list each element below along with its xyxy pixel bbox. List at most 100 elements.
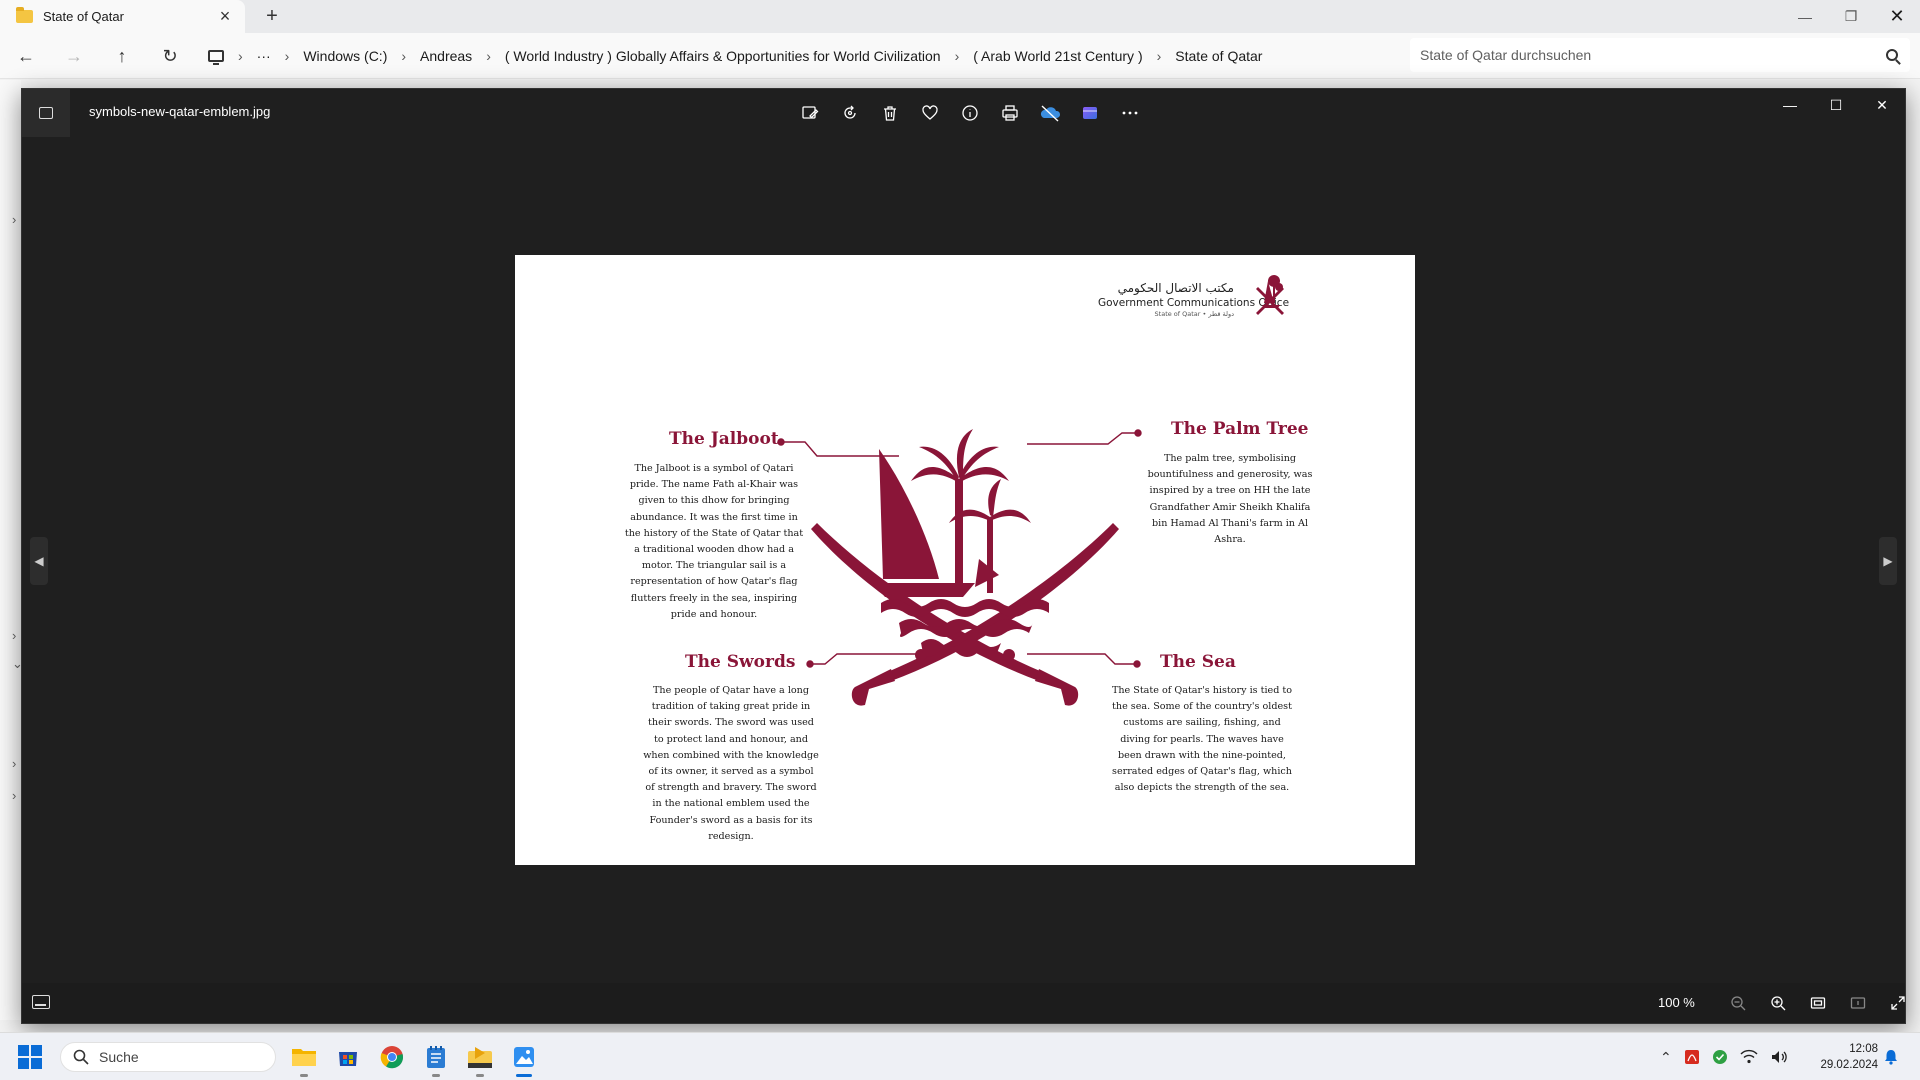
chevron-left-icon: ◀ <box>34 554 44 568</box>
breadcrumb-item[interactable]: ( Arab World 21st Century ) <box>973 48 1142 64</box>
info-icon[interactable] <box>954 97 986 129</box>
windows-start-icon[interactable] <box>18 1045 42 1069</box>
navigation-pane-edge: › › ⌄ › › <box>0 80 23 1020</box>
clock-date: 29.02.2024 <box>1820 1059 1878 1071</box>
tab-close-icon[interactable]: × <box>211 3 239 31</box>
explorer-tab[interactable]: State of Qatar × <box>0 0 245 33</box>
chevron-right-icon[interactable]: › <box>12 756 16 771</box>
chevron-right-icon: ▶ <box>1883 554 1893 568</box>
restore-icon[interactable]: ❐ <box>1828 0 1874 33</box>
minimize-icon[interactable]: — <box>1782 0 1828 33</box>
viewer-bottom-bar: 100 % <box>22 983 1905 1023</box>
address-bar: ← → ↑ ↻ › ··· › Windows (C:) › Andreas ›… <box>0 33 1920 79</box>
chevron-right-icon[interactable]: › <box>401 48 406 64</box>
sea-description: The State of Qatar's history is tied to … <box>1111 685 1293 794</box>
swords-heading: The Swords <box>685 652 796 672</box>
tab-title: State of Qatar <box>43 9 124 24</box>
close-window-icon[interactable]: ✕ <box>1874 0 1920 33</box>
viewer-maximize-icon[interactable]: ☐ <box>1813 89 1859 121</box>
chevron-right-icon[interactable]: › <box>486 48 491 64</box>
taskbar-search-label: Suche <box>99 1049 139 1065</box>
breadcrumb-item[interactable]: Windows (C:) <box>303 48 387 64</box>
photos-taskbar-icon[interactable] <box>506 1039 542 1077</box>
explorer-search[interactable] <box>1410 38 1910 72</box>
viewer-filename: symbols-new-qatar-emblem.jpg <box>89 104 271 119</box>
photos-app-icon[interactable] <box>22 89 70 137</box>
next-image-button[interactable]: ▶ <box>1879 537 1897 585</box>
file-explorer-taskbar-icon[interactable] <box>286 1039 322 1077</box>
notification-bell-icon[interactable] <box>1884 1049 1898 1065</box>
taskbar-apps <box>286 1039 542 1077</box>
more-options-icon[interactable] <box>1114 97 1146 129</box>
photo-viewer-window: symbols-new-qatar-emblem.jpg — ☐ ✕ ◀ ▶ م… <box>21 88 1906 1024</box>
actual-size-icon[interactable] <box>1842 987 1874 1019</box>
viewer-titlebar: symbols-new-qatar-emblem.jpg — ☐ ✕ <box>22 89 1905 137</box>
search-icon <box>73 1049 89 1065</box>
explorer-tabbar: State of Qatar × + — ❐ ✕ <box>0 0 1920 33</box>
jalboot-description: The Jalboot is a symbol of Qatari pride.… <box>624 463 804 620</box>
chevron-right-icon[interactable]: › <box>285 48 290 64</box>
security-check-tray-icon[interactable] <box>1712 1049 1728 1065</box>
zoom-in-icon[interactable] <box>1762 987 1794 1019</box>
new-tab-icon[interactable]: + <box>258 2 286 30</box>
clipchamp-icon[interactable] <box>1074 97 1106 129</box>
chevron-right-icon[interactable]: › <box>238 48 243 64</box>
qatar-national-emblem <box>811 429 1119 706</box>
clock-time: 12:08 <box>1849 1043 1878 1055</box>
taskbar-clock[interactable]: 12:08 29.02.2024 <box>1812 1041 1878 1073</box>
media-player-taskbar-icon[interactable] <box>462 1039 498 1077</box>
viewer-close-icon[interactable]: ✕ <box>1859 89 1905 121</box>
taskbar-search[interactable]: Suche <box>60 1042 276 1072</box>
onedrive-icon[interactable] <box>1034 97 1066 129</box>
zoom-controls <box>1722 987 1914 1019</box>
chevron-right-icon[interactable]: › <box>955 48 960 64</box>
back-arrow-icon[interactable]: ← <box>10 40 42 72</box>
wifi-icon[interactable] <box>1740 1049 1758 1065</box>
jalboot-heading: The Jalboot <box>669 429 779 449</box>
up-arrow-icon[interactable]: ↑ <box>106 40 138 72</box>
fullscreen-icon[interactable] <box>1882 987 1914 1019</box>
rotate-icon[interactable] <box>834 97 866 129</box>
chevron-right-icon[interactable]: › <box>12 212 16 227</box>
volume-icon[interactable] <box>1770 1049 1788 1065</box>
sea-heading: The Sea <box>1160 652 1236 672</box>
this-pc-icon[interactable] <box>208 50 224 65</box>
folder-icon <box>16 7 33 23</box>
microsoft-store-taskbar-icon[interactable] <box>330 1039 366 1075</box>
viewer-minimize-icon[interactable]: — <box>1767 89 1813 121</box>
print-icon[interactable] <box>994 97 1026 129</box>
forward-arrow-icon[interactable]: → <box>58 40 90 72</box>
search-icon[interactable] <box>1886 49 1898 61</box>
breadcrumb: › ··· › Windows (C:) › Andreas › ( World… <box>208 40 1400 72</box>
acrobat-tray-icon[interactable] <box>1684 1049 1700 1065</box>
palm-tree-heading: The Palm Tree <box>1171 419 1309 439</box>
previous-image-button[interactable]: ◀ <box>30 537 48 585</box>
breadcrumb-item[interactable]: Andreas <box>420 48 472 64</box>
taskbar: Suche ⌃ 12:08 29.02.2024 <box>0 1032 1920 1080</box>
breadcrumb-item[interactable]: ( World Industry ) Globally Affairs & Op… <box>505 48 941 64</box>
breadcrumb-overflow-icon[interactable]: ··· <box>257 48 271 64</box>
swords-description: The people of Qatar have a long traditio… <box>643 685 819 842</box>
chevron-right-icon[interactable]: › <box>12 628 16 643</box>
zoom-level[interactable]: 100 % <box>1658 995 1695 1010</box>
chrome-taskbar-icon[interactable] <box>374 1039 410 1075</box>
chevron-right-icon[interactable]: › <box>1157 48 1162 64</box>
explorer-search-input[interactable] <box>1420 47 1886 63</box>
favorite-heart-icon[interactable] <box>914 97 946 129</box>
notepad-taskbar-icon[interactable] <box>418 1039 454 1077</box>
palm-tree-description: The palm tree, symbolising bountifulness… <box>1147 453 1313 546</box>
system-tray: ⌃ <box>1660 1041 1788 1073</box>
viewer-window-controls: — ☐ ✕ <box>1767 89 1905 121</box>
delete-icon[interactable] <box>874 97 906 129</box>
fit-to-window-icon[interactable] <box>1802 987 1834 1019</box>
explorer-window-controls: — ❐ ✕ <box>1782 0 1920 33</box>
filmstrip-icon[interactable] <box>32 995 50 1009</box>
zoom-out-icon[interactable] <box>1722 987 1754 1019</box>
chevron-right-icon[interactable]: › <box>12 788 16 803</box>
show-hidden-icons-chevron-icon[interactable]: ⌃ <box>1660 1049 1672 1066</box>
breadcrumb-item-current[interactable]: State of Qatar <box>1175 48 1262 64</box>
viewer-toolbar <box>794 97 1146 129</box>
refresh-icon[interactable]: ↻ <box>154 40 186 72</box>
edit-image-icon[interactable] <box>794 97 826 129</box>
displayed-image: مكتب الاتصال الحكومي Government Communic… <box>515 255 1415 865</box>
